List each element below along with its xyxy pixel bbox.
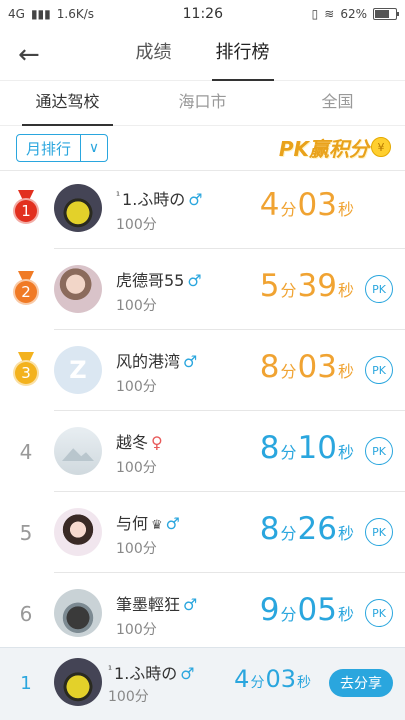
completion-time: 9 分 05 秒 — [259, 592, 354, 628]
pk-button[interactable]: PK — [365, 356, 393, 384]
status-bar: 4G ▮▮▮ 1.6K/s 11:26 ▯ ≋ 62% — [0, 0, 405, 28]
bronze-medal-icon: 3 — [13, 352, 39, 386]
tab-leaderboard[interactable]: 排行榜 — [211, 28, 274, 81]
user-name-text: 越冬 — [116, 433, 149, 452]
list-item[interactable]: 4 越冬 ♀ 100分 8 分 10 秒 PK — [0, 411, 405, 492]
completion-time: 8 分 10 秒 — [259, 430, 354, 466]
ranking-period-select[interactable]: 月排行 ∨ — [16, 134, 108, 162]
avatar[interactable] — [54, 346, 102, 394]
completion-time: 8 分 26 秒 — [259, 511, 354, 547]
filter-row: 月排行 ∨ PK赢积分 ¥ — [0, 126, 405, 171]
user-name-text: 虎德哥55 — [116, 271, 185, 290]
coin-icon: ¥ — [371, 137, 391, 157]
user-score: 100分 — [116, 622, 157, 638]
avatar[interactable] — [54, 427, 102, 475]
battery-icon — [372, 8, 399, 20]
rank-number: 5 — [19, 521, 33, 545]
my-rank-bar: 1 ¹ 1.ふ時の ♂ 100分 4 分 03 秒 去分享 — [0, 647, 405, 720]
clock: 11:26 — [182, 6, 223, 22]
my-completion-time: 4 分 03 秒 — [234, 665, 311, 693]
list-item[interactable]: 1 ¹ 1.ふ時の ♂ 100分 4 分 03 秒 — [0, 168, 405, 249]
pk-banner-text: PK赢积分 — [278, 136, 369, 161]
pk-button[interactable]: PK — [365, 437, 393, 465]
scope-tabs: 通达驾校 海口市 全国 — [0, 81, 405, 126]
ranking-period-label: 月排行 — [25, 139, 71, 158]
user-name: 风的港湾 ♂ — [116, 348, 197, 372]
male-icon: ♂ — [188, 190, 203, 209]
share-button[interactable]: 去分享 — [329, 669, 393, 697]
list-item[interactable]: 2 虎德哥55 ♂ 100分 5 分 39 秒 PK — [0, 249, 405, 330]
user-name: 虎德哥55 ♂ — [116, 267, 202, 291]
list-item[interactable]: 5 与何 ♛ ♂ 100分 8 分 26 秒 PK — [0, 492, 405, 573]
tab-scores[interactable]: 成绩 — [132, 28, 176, 80]
male-icon: ♂ — [165, 514, 181, 533]
avatar[interactable] — [54, 265, 102, 313]
male-icon: ♂ — [187, 271, 202, 290]
nav-bar: ← 成绩 排行榜 — [0, 28, 405, 81]
user-name: 与何 ♛ ♂ — [116, 510, 180, 534]
rank-number: 4 — [19, 440, 33, 464]
my-score: 100分 — [108, 689, 149, 705]
completion-time: 5 分 39 秒 — [259, 268, 354, 304]
user-score: 100分 — [116, 298, 157, 314]
pk-button[interactable]: PK — [365, 518, 393, 546]
gold-medal-icon: 1 — [13, 190, 39, 224]
female-icon: ♀ — [151, 433, 163, 452]
user-score: 100分 — [116, 379, 157, 395]
name-superscript: ¹ — [116, 190, 121, 202]
user-name: ¹ 1.ふ時の ♂ — [116, 186, 203, 210]
avatar[interactable] — [54, 508, 102, 556]
scope-tab-school[interactable]: 通达驾校 — [0, 81, 135, 126]
list-item[interactable]: 6 筆墨輕狂 ♂ 100分 9 分 05 秒 PK — [0, 573, 405, 654]
user-name-text: 风的港湾 — [116, 352, 181, 371]
user-name: 越冬 ♀ — [116, 429, 163, 453]
rank-number: 6 — [19, 602, 33, 626]
user-name: 筆墨輕狂 ♂ — [116, 591, 197, 615]
my-name: ¹ 1.ふ時の ♂ — [108, 660, 195, 684]
pk-points-banner[interactable]: PK赢积分 ¥ — [279, 132, 391, 162]
male-icon: ♂ — [180, 664, 195, 683]
vibrate-icon: ▯ — [311, 7, 319, 21]
pk-button[interactable]: PK — [365, 599, 393, 627]
user-name-text: 1.ふ時の — [122, 190, 186, 209]
name-superscript: ¹ — [108, 664, 113, 676]
ranking-list: 1 ¹ 1.ふ時の ♂ 100分 4 分 03 秒 2 虎德哥55 ♂ 100分 5 分 39 秒… — [0, 168, 405, 654]
network-speed: 1.6K/s — [56, 7, 94, 21]
signal-icon: ▮▮▮ — [30, 7, 51, 21]
male-icon: ♂ — [183, 352, 198, 371]
network-indicator: 4G — [8, 7, 25, 21]
completion-time: 4 分 03 秒 — [259, 187, 354, 223]
user-name-text: 与何 — [116, 514, 149, 533]
crown-icon: ♛ — [151, 518, 163, 533]
battery-percent: 62% — [340, 7, 367, 21]
avatar[interactable] — [54, 589, 102, 637]
user-name-text: 筆墨輕狂 — [116, 595, 181, 614]
completion-time: 8 分 03 秒 — [259, 349, 354, 385]
chevron-down-icon: ∨ — [80, 135, 107, 161]
avatar[interactable] — [54, 184, 102, 232]
avatar[interactable] — [54, 658, 102, 706]
scope-tab-national[interactable]: 全国 — [270, 81, 405, 125]
user-score: 100分 — [116, 460, 157, 476]
pk-button[interactable]: PK — [365, 275, 393, 303]
list-item[interactable]: 3 风的港湾♂ 100分 8分03秒 PK — [0, 330, 405, 411]
user-score: 100分 — [116, 541, 157, 557]
wifi-icon: ≋ — [324, 7, 335, 21]
silver-medal-icon: 2 — [13, 271, 39, 305]
my-rank-number: 1 — [20, 673, 32, 694]
male-icon: ♂ — [183, 595, 198, 614]
my-name-text: 1.ふ時の — [114, 664, 178, 683]
user-score: 100分 — [116, 217, 157, 233]
scope-tab-city[interactable]: 海口市 — [135, 81, 270, 125]
